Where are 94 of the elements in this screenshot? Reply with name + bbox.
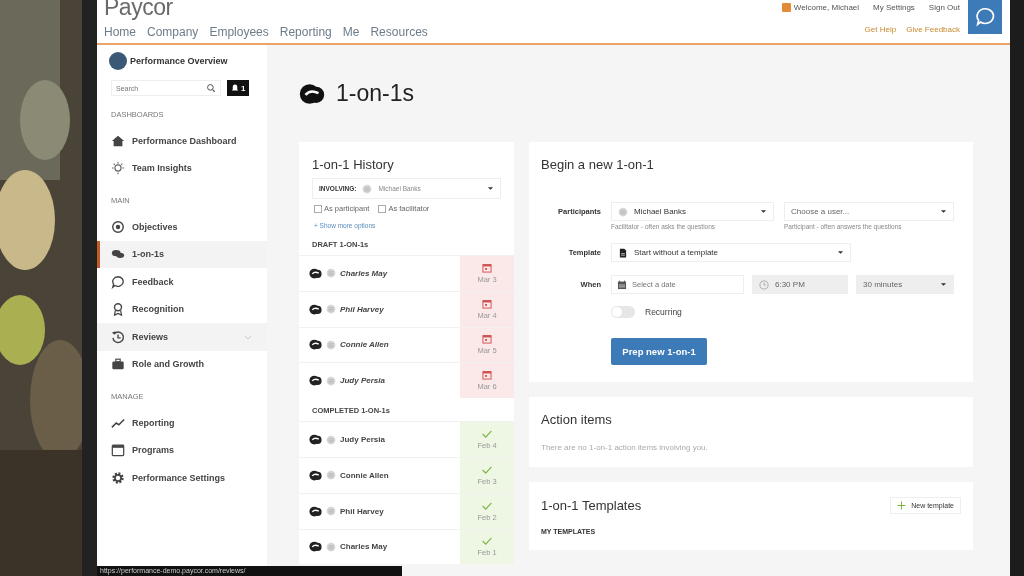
history-row[interactable]: Phil Harvey — [299, 291, 460, 327]
sidebar-item[interactable]: Performance Dashboard — [97, 127, 267, 155]
clock-icon — [759, 279, 769, 290]
caret-icon — [940, 281, 947, 288]
sidebar-item[interactable]: Objectives — [97, 213, 267, 241]
check-icon — [482, 500, 492, 511]
chat-bubbles-icon — [309, 302, 322, 316]
sidebar-item[interactable]: Feedback — [97, 268, 267, 296]
avatar-icon — [326, 268, 336, 279]
nav-link[interactable]: Me — [342, 25, 360, 39]
settings-icon — [111, 470, 125, 485]
sidebar-item[interactable]: 1-on-1s — [97, 240, 267, 268]
chat-bubbles-icon — [309, 338, 322, 352]
check-icon — [482, 464, 492, 475]
chat-bubbles-icon — [309, 433, 322, 447]
chat-button[interactable] — [968, 0, 1002, 34]
nav-link[interactable]: Employees — [209, 25, 269, 39]
recurring-toggle[interactable] — [611, 306, 635, 318]
card-title: Begin a new 1-on-1 — [541, 157, 655, 172]
avatar-icon — [326, 375, 336, 386]
avatar-icon — [326, 340, 336, 350]
avatar-icon — [326, 434, 336, 445]
notifications-button[interactable]: 1 — [227, 80, 250, 96]
sidebar-item[interactable]: Reporting — [97, 409, 267, 437]
avatar-icon — [326, 541, 336, 552]
sidebar-item[interactable]: Programs — [97, 436, 267, 464]
chat-bubbles-icon — [309, 266, 322, 280]
history-icon — [111, 329, 125, 344]
caret-icon — [940, 208, 947, 215]
avatar-icon — [326, 304, 336, 315]
history-row[interactable]: Connie Allen — [299, 458, 460, 493]
avatar-icon — [618, 206, 628, 217]
caret-icon — [487, 185, 494, 192]
card-title: 1-on-1 History — [311, 156, 395, 174]
nav-link[interactable]: Home — [104, 25, 136, 39]
chat-bubbles-icon — [309, 540, 322, 554]
sidebar-item[interactable]: Reviews — [97, 323, 267, 351]
history-row[interactable]: Charles May — [299, 529, 460, 565]
document-icon — [618, 247, 628, 258]
nav-link[interactable]: Resources — [370, 25, 428, 39]
chat-bubbles-icon — [309, 374, 322, 388]
avatar-icon — [326, 470, 336, 481]
bell-icon — [231, 84, 239, 92]
duration-dropdown[interactable]: 30 minutes — [856, 275, 954, 294]
avatar-icon — [362, 183, 373, 194]
house-icon — [111, 133, 125, 148]
notification-badge — [781, 3, 791, 12]
check-icon — [482, 429, 492, 440]
history-row[interactable]: Judy Persia — [299, 422, 460, 457]
header-link[interactable]: Sign Out — [928, 3, 960, 12]
history-row[interactable]: Judy Persia — [299, 363, 460, 399]
page-title: 1-on-1s — [336, 80, 414, 107]
nav-link[interactable]: Company — [147, 25, 199, 39]
history-row[interactable]: Phil Harvey — [299, 493, 460, 529]
check-icon — [482, 536, 492, 547]
speech-bubble-icon — [974, 6, 996, 28]
caret-icon — [837, 249, 844, 256]
calendar-icon — [111, 443, 125, 458]
chat-bubbles-icon — [309, 468, 322, 482]
participant-dropdown[interactable]: Choose a user... — [784, 202, 954, 221]
sidebar-item[interactable]: Recognition — [97, 295, 267, 323]
template-dropdown[interactable]: Start without a template — [611, 243, 851, 262]
card-title: Action items — [541, 412, 613, 427]
sidebar-item[interactable]: Role and Growth — [97, 350, 267, 378]
nav-link[interactable]: Reporting — [279, 25, 332, 39]
calendar-icon — [482, 334, 492, 345]
avatar — [109, 52, 127, 70]
empty-message: There are no 1-on-1 action items involving you. — [541, 442, 709, 452]
calendar-icon — [482, 298, 492, 309]
history-row[interactable]: Charles May — [299, 256, 460, 291]
sidebar-item[interactable]: Team Insights — [97, 154, 267, 182]
lightbulb-icon — [111, 161, 125, 176]
search-icon — [206, 83, 216, 93]
ribbon-icon — [111, 302, 125, 317]
calendar-icon — [482, 370, 492, 381]
sidebar-title: Performance Overview — [130, 56, 228, 66]
calendar-icon — [617, 279, 627, 290]
plus-icon — [897, 501, 907, 510]
facilitator-dropdown[interactable]: Michael Banks — [611, 202, 774, 221]
time-field[interactable]: 6:30 PM — [752, 275, 849, 294]
avatar-icon — [326, 506, 336, 517]
card-title: 1-on-1 Templates — [541, 498, 642, 513]
toggle-label: Recurring — [645, 307, 682, 317]
target-icon — [111, 219, 125, 234]
history-row[interactable]: Connie Allen — [299, 327, 460, 363]
prep-button[interactable]: Prep new 1-on-1 — [611, 338, 707, 365]
speech-bubble-icon — [111, 274, 125, 289]
header-link[interactable]: My Settings — [873, 3, 915, 12]
calendar-icon — [482, 262, 492, 273]
caret-icon — [760, 208, 767, 215]
header-link[interactable]: Welcome, Michael — [793, 3, 860, 12]
briefcase-icon — [111, 357, 125, 372]
chat-bubbles-icon — [309, 504, 322, 518]
sidebar-item[interactable]: Performance Settings — [97, 464, 267, 492]
